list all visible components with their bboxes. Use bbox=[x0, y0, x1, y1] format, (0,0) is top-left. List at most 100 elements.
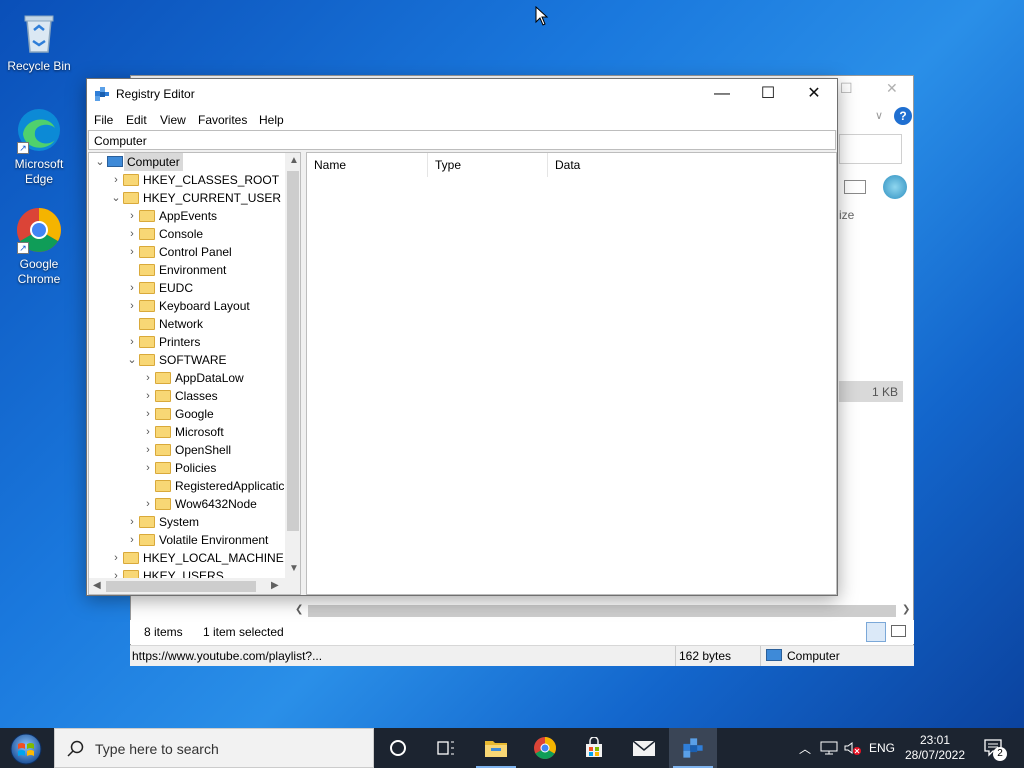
tree-node[interactable]: RegisteredApplicatic bbox=[89, 477, 284, 495]
scroll-right-icon[interactable]: ❯ bbox=[902, 604, 910, 615]
scroll-down-icon[interactable]: ▼ bbox=[289, 563, 299, 574]
tree-node[interactable]: › Wow6432Node bbox=[89, 495, 284, 513]
tree-node[interactable]: › EUDC bbox=[89, 279, 284, 297]
tree-node[interactable]: ⌄ SOFTWARE bbox=[89, 351, 284, 369]
chevron-right-icon[interactable]: › bbox=[143, 495, 153, 513]
details-view-icon[interactable] bbox=[866, 622, 886, 642]
desktop-icon-microsoft-edge[interactable]: ↗ Microsoft Edge bbox=[6, 106, 72, 187]
chevron-down-icon[interactable]: ⌄ bbox=[111, 189, 121, 207]
chevron-down-icon[interactable]: ⌄ bbox=[95, 153, 105, 171]
start-button[interactable] bbox=[6, 732, 46, 765]
volume-button[interactable] bbox=[842, 728, 864, 768]
scroll-up-icon[interactable]: ▲ bbox=[289, 155, 299, 166]
chevron-right-icon[interactable]: › bbox=[127, 513, 137, 531]
tree-node[interactable]: › System bbox=[89, 513, 284, 531]
mail-taskbar-button[interactable] bbox=[620, 728, 668, 768]
menu-favorites[interactable]: Favorites bbox=[198, 113, 247, 127]
minimize-button[interactable]: — bbox=[699, 79, 745, 109]
taskbar: Type here to search ︿ ENG 23:01 28/07/20… bbox=[0, 728, 1024, 768]
chevron-right-icon[interactable]: › bbox=[111, 171, 121, 189]
close-button[interactable]: ✕ bbox=[791, 79, 837, 109]
language-indicator[interactable]: ENG bbox=[866, 728, 898, 768]
registry-tree[interactable]: ⌄ Computer › HKEY_CLASSES_ROOT ⌄ HKEY_CURRENT… bbox=[88, 152, 301, 595]
column-header-type[interactable]: Type bbox=[428, 153, 548, 177]
close-icon[interactable]: ✕ bbox=[886, 80, 898, 97]
tree-node[interactable]: › Printers bbox=[89, 333, 284, 351]
values-list[interactable]: Name Type Data bbox=[306, 152, 837, 595]
task-view-button[interactable] bbox=[422, 728, 470, 768]
menu-view[interactable]: View bbox=[160, 113, 186, 127]
scroll-right-icon[interactable]: ▶ bbox=[271, 580, 279, 591]
scrollbar-thumb[interactable] bbox=[287, 171, 299, 531]
search-box[interactable] bbox=[839, 134, 902, 164]
desktop-icon-google-chrome[interactable]: ↗ Google Chrome bbox=[6, 206, 72, 287]
tree-node[interactable]: › OpenShell bbox=[89, 441, 284, 459]
chevron-right-icon[interactable]: › bbox=[143, 405, 153, 423]
registry-editor-window[interactable]: Registry Editor — ☐ ✕ File Edit View Fav… bbox=[86, 78, 838, 596]
tree-node[interactable]: ⌄ HKEY_CURRENT_USER bbox=[89, 189, 284, 207]
title-bar[interactable]: Registry Editor — ☐ ✕ bbox=[87, 79, 837, 109]
tree-node[interactable]: › AppEvents bbox=[89, 207, 284, 225]
chevron-right-icon[interactable]: › bbox=[127, 207, 137, 225]
store-taskbar-button[interactable] bbox=[570, 728, 618, 768]
tree-node[interactable]: ⌄ Computer bbox=[89, 153, 284, 171]
large-icons-view-icon[interactable] bbox=[891, 625, 906, 637]
tree-horizontal-scrollbar[interactable]: ◀ ▶ bbox=[89, 578, 300, 594]
tree-node[interactable]: › Microsoft bbox=[89, 423, 284, 441]
tree-node[interactable]: › Console bbox=[89, 225, 284, 243]
tree-node[interactable]: › Control Panel bbox=[89, 243, 284, 261]
chevron-right-icon[interactable]: › bbox=[143, 387, 153, 405]
chevron-right-icon[interactable]: › bbox=[143, 423, 153, 441]
chevron-right-icon[interactable]: › bbox=[111, 549, 121, 567]
column-header-size[interactable]: ize bbox=[839, 208, 854, 222]
scrollbar-thumb[interactable] bbox=[106, 581, 256, 592]
tree-node[interactable]: Network bbox=[89, 315, 284, 333]
chevron-right-icon[interactable]: › bbox=[127, 225, 137, 243]
file-explorer-taskbar-button[interactable] bbox=[472, 728, 520, 768]
tree-node[interactable]: › AppDataLow bbox=[89, 369, 284, 387]
clock[interactable]: 23:01 28/07/2022 bbox=[900, 728, 970, 768]
cortana-button[interactable] bbox=[374, 728, 422, 768]
clock-time: 23:01 bbox=[919, 733, 951, 747]
shell-icon[interactable] bbox=[883, 175, 907, 199]
chevron-down-icon[interactable]: ⌄ bbox=[127, 351, 137, 369]
chevron-right-icon[interactable]: › bbox=[127, 279, 137, 297]
taskbar-search-box[interactable]: Type here to search bbox=[54, 728, 374, 768]
chrome-taskbar-button[interactable] bbox=[521, 728, 569, 768]
scroll-left-icon[interactable]: ◀ bbox=[93, 580, 101, 591]
tree-node[interactable]: › HKEY_LOCAL_MACHINE bbox=[89, 549, 284, 567]
column-header-name[interactable]: Name bbox=[307, 153, 428, 177]
chevron-right-icon[interactable]: › bbox=[143, 459, 153, 477]
chevron-right-icon[interactable]: › bbox=[127, 297, 137, 315]
registry-editor-taskbar-button[interactable] bbox=[669, 728, 717, 768]
column-header-data[interactable]: Data bbox=[548, 153, 836, 177]
tree-node[interactable]: › Classes bbox=[89, 387, 284, 405]
help-icon[interactable]: ? bbox=[894, 107, 912, 125]
tree-node[interactable]: › Google bbox=[89, 405, 284, 423]
menu-edit[interactable]: Edit bbox=[126, 113, 147, 127]
address-bar[interactable]: Computer bbox=[88, 130, 836, 150]
tree-node[interactable]: › HKEY_CLASSES_ROOT bbox=[89, 171, 284, 189]
maximize-button[interactable]: ☐ bbox=[745, 79, 791, 109]
tree-node[interactable]: › Policies bbox=[89, 459, 284, 477]
chevron-right-icon[interactable]: › bbox=[143, 369, 153, 387]
chevron-right-icon[interactable]: › bbox=[143, 441, 153, 459]
chevron-right-icon[interactable]: › bbox=[127, 531, 137, 549]
tree-node[interactable]: › Keyboard Layout bbox=[89, 297, 284, 315]
desktop-icon-recycle-bin[interactable]: Recycle Bin bbox=[6, 8, 72, 74]
menu-help[interactable]: Help bbox=[259, 113, 284, 127]
chevron-right-icon[interactable]: › bbox=[127, 333, 137, 351]
horizontal-scrollbar-thumb[interactable] bbox=[308, 605, 896, 617]
tree-node[interactable]: Environment bbox=[89, 261, 284, 279]
tree-node[interactable]: › Volatile Environment bbox=[89, 531, 284, 549]
preview-pane-icon[interactable] bbox=[844, 180, 866, 194]
show-hidden-icons-button[interactable]: ︿ bbox=[794, 728, 816, 768]
menu-file[interactable]: File bbox=[94, 113, 113, 127]
chevron-right-icon[interactable]: › bbox=[127, 243, 137, 261]
notification-center-button[interactable]: 2 bbox=[976, 728, 1012, 768]
network-button[interactable] bbox=[818, 728, 840, 768]
tree-vertical-scrollbar[interactable]: ▲ ▼ bbox=[285, 153, 300, 578]
scroll-left-icon[interactable]: ❮ bbox=[295, 604, 303, 615]
maximize-icon[interactable]: ☐ bbox=[840, 80, 853, 97]
chevron-down-icon[interactable]: ∨ bbox=[875, 109, 883, 122]
